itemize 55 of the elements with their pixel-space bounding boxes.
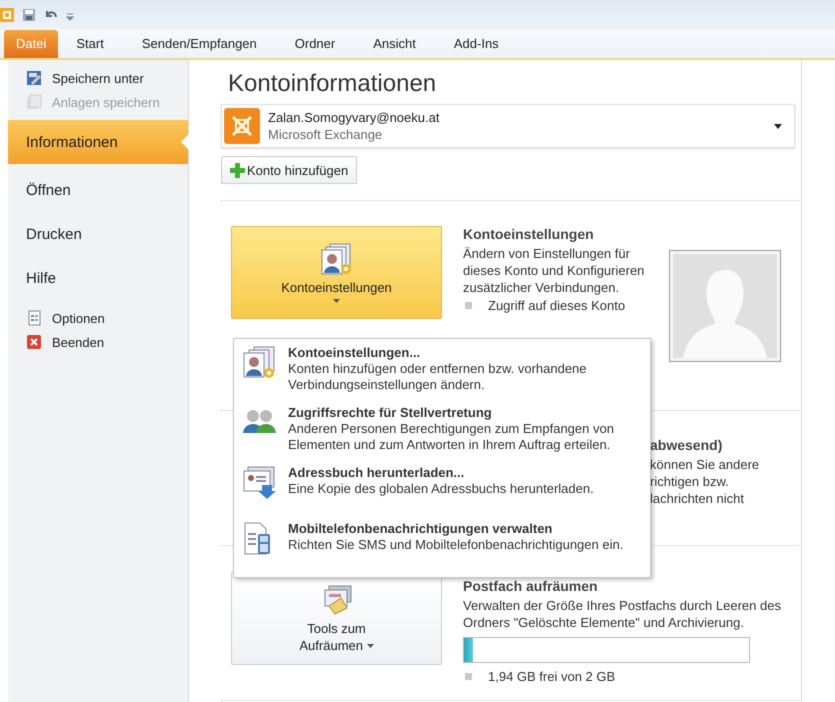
save-icon[interactable]: [22, 8, 36, 22]
sidebar-command[interactable]: Speichern unter: [8, 66, 188, 90]
section-description: lachrichten nicht: [650, 490, 745, 507]
account-type: Microsoft Exchange: [268, 127, 384, 142]
menu-item[interactable]: Mobiltelefonbenachrichtigungen verwalten Richten Sie SMS und Mobiltelefonbenachrichtigungen ein.: [238, 519, 646, 559]
add-account-button[interactable]: Konto hinzufügen: [221, 156, 358, 184]
ribbon-tab[interactable]: Senden/Empfangen: [130, 30, 269, 58]
section-description: können Sie andere: [650, 456, 760, 473]
plus-icon: [230, 162, 245, 178]
section-heading: abwesend): [650, 437, 724, 455]
menu-item[interactable]: Zugriffsrechte für Stellvertretung Anderen Personen Berechtigungen zum Empfangen von Elementen und zum Antworten in Ihrem Auftrag erteilen.: [238, 403, 646, 455]
ribbon-tab[interactable]: Add-Ins: [442, 30, 511, 58]
cleanup-tools-button[interactable]: Tools zum Aufräumen: [231, 572, 442, 665]
menu-item-description: Eine Kopie des globalen Adressbuchs herunterladen.: [288, 481, 595, 497]
menu-item-description: Anderen Personen Berechtigungen zum Empfangen von Elementen und zum Antworten in Ihrem Auftrag erteilen.: [288, 421, 615, 453]
document-icon: [26, 310, 42, 326]
save-as-icon: [26, 70, 42, 86]
close-icon: [26, 334, 42, 350]
sidebar-tab[interactable]: Drucken: [8, 212, 188, 256]
bullet-text: Zugriff auf dieses Konto: [488, 298, 626, 313]
sidebar-tab[interactable]: Öffnen: [8, 168, 188, 212]
page-title: Kontoinformationen: [227, 70, 438, 99]
menu-item[interactable]: Adressbuch herunterladen... Eine Kopie des globalen Adressbuchs herunterladen.: [238, 463, 646, 503]
menu-item-title: Kontoeinstellungen...: [288, 345, 422, 361]
section-heading: Kontoeinstellungen: [463, 226, 595, 244]
bullet-icon: [465, 673, 472, 680]
account-address: Zalan.Somogyvary@noeku.at: [268, 110, 440, 125]
menu-item-title: Mobiltelefonbenachrichtigungen verwalten: [288, 521, 554, 537]
sidebar-command[interactable]: Optionen: [8, 306, 188, 330]
account-settings-button[interactable]: Kontoeinstellungen: [231, 226, 442, 319]
sidebar-tab[interactable]: Informationen: [8, 120, 188, 164]
address-book-download-icon: [242, 465, 278, 501]
ribbon-tab[interactable]: Ansicht: [361, 30, 428, 58]
caret-icon: [366, 644, 374, 648]
sidebar-tab[interactable]: Hilfe: [8, 256, 188, 300]
usage-reading: 1,94 GB frei von 2 GB: [488, 669, 616, 684]
account-selector[interactable]: Zalan.Somogyvary@noeku.at Microsoft Exchange: [221, 104, 795, 148]
exchange-icon: [224, 108, 260, 144]
caret-icon: [333, 299, 340, 303]
section-description: richtigen bzw.: [650, 473, 730, 490]
bullet-icon: [465, 302, 472, 309]
account-cards-icon: [320, 242, 354, 276]
menu-item-description: Konten hinzufügen oder entfernen bzw. vorhandene Verbindungseinstellungen ändern.: [288, 361, 588, 393]
menu-item-description: Richten Sie SMS und Mobiltelefonbenachrichtigungen ein.: [288, 537, 624, 553]
section-description: Ändern von Einstellungen für dieses Konto und Konfigurieren zusätzlicher Verbindungen.: [463, 245, 646, 296]
dropdown-icon: [774, 124, 782, 128]
section-description: Verwalten der Größe Ihres Postfachs durch Leeren des Ordners "Gelöschte Elemente" und Archivierung.: [463, 597, 782, 631]
menu-item-title: Zugriffsrechte für Stellvertretung: [288, 405, 493, 421]
sidebar-command[interactable]: Beenden: [8, 330, 188, 354]
ribbon-tab[interactable]: Ordner: [282, 30, 348, 58]
menu-item[interactable]: Kontoeinstellungen... Konten hinzufügen oder entfernen bzw. vorhandene Verbindungseinstellungen ändern.: [238, 343, 646, 395]
menu-item-title: Adressbuch herunterladen...: [288, 465, 466, 481]
section-heading: Postfach aufräumen: [463, 578, 599, 596]
ribbon-tab[interactable]: Start: [64, 30, 116, 58]
attachment-icon: [26, 94, 42, 110]
